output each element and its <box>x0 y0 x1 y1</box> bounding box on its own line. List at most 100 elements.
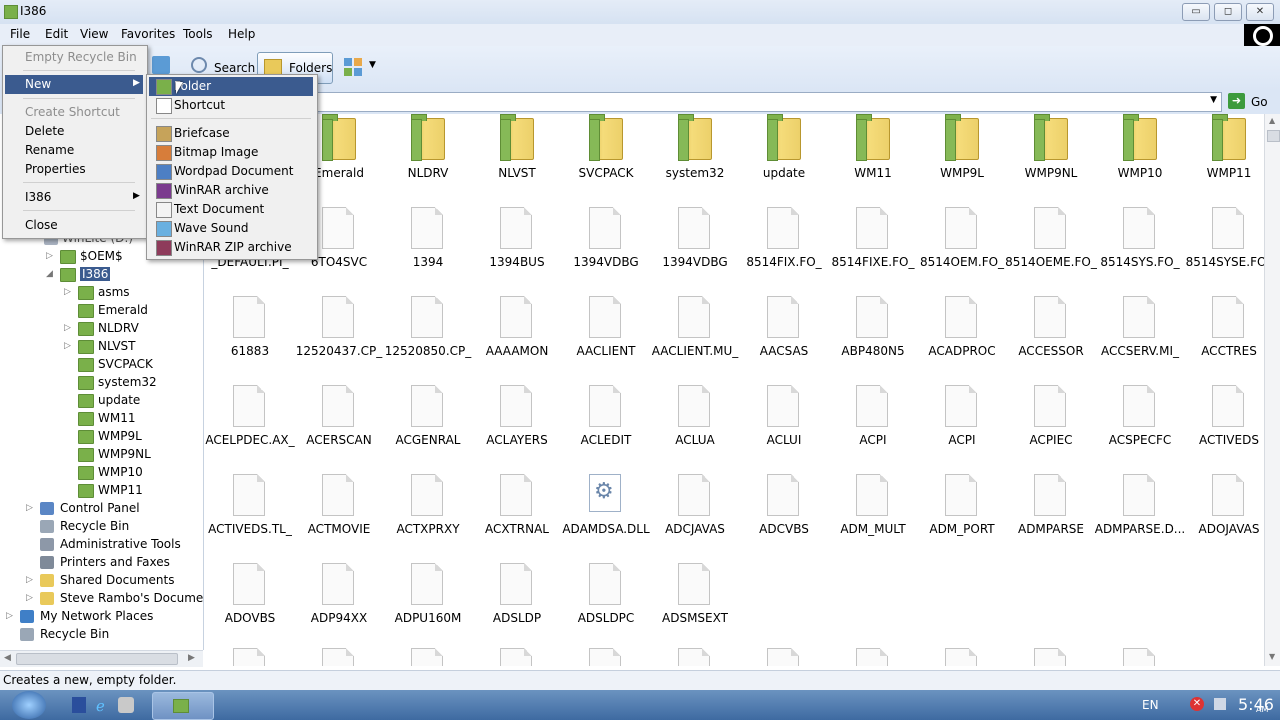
file-item[interactable]: ACTXPRXY <box>384 470 472 556</box>
maximize-button[interactable]: ◻ <box>1214 3 1242 21</box>
file-item[interactable] <box>651 644 739 666</box>
file-item[interactable]: 8514SYS.FO_ <box>1096 203 1184 289</box>
file-item[interactable]: ACCTRES <box>1185 292 1264 378</box>
menu-item-empty-recycle-bin[interactable]: Empty Recycle Bin <box>5 48 143 67</box>
file-item[interactable]: ADM_MULT <box>829 470 917 556</box>
file-item[interactable]: ADCJAVAS <box>651 470 739 556</box>
file-item[interactable]: AACLIENT <box>562 292 650 378</box>
new-menu-item[interactable]: WinRAR ZIP archive <box>149 238 313 257</box>
file-item[interactable]: ADMPARSE <box>1007 470 1095 556</box>
new-menu-item[interactable]: Briefcase <box>149 124 313 143</box>
scroll-up-icon[interactable]: ▲ <box>1269 116 1275 125</box>
scroll-right-icon[interactable]: ▶ <box>188 653 195 663</box>
file-item[interactable]: 12520437.CP_ <box>295 292 383 378</box>
new-menu-item[interactable]: Folder <box>149 77 313 96</box>
file-item[interactable]: ACPIEC <box>1007 381 1095 467</box>
tree-expander-icon[interactable]: ▷ <box>26 503 36 513</box>
address-dropdown-icon[interactable]: ▼ <box>1210 95 1217 105</box>
tree-expander-icon[interactable]: ◢ <box>46 269 56 279</box>
file-item[interactable]: ACTIVEDS <box>1185 381 1264 467</box>
file-item[interactable]: ADSMSEXT <box>651 559 739 645</box>
menu-item-delete[interactable]: Delete <box>5 122 143 141</box>
file-item[interactable]: ACERSCAN <box>295 381 383 467</box>
folder-item[interactable]: WM11 <box>829 114 917 200</box>
new-menu-item[interactable]: Bitmap Image <box>149 143 313 162</box>
folder-item[interactable]: NLDRV <box>384 114 472 200</box>
file-item[interactable]: ADSLDP <box>473 559 561 645</box>
folder-item[interactable]: WMP11 <box>1185 114 1264 200</box>
file-item[interactable]: ADSLDPC <box>562 559 650 645</box>
file-item[interactable]: ABP480N5 <box>829 292 917 378</box>
file-item[interactable]: ACTIVEDS.TL_ <box>206 470 294 556</box>
file-item[interactable]: 1394BUS <box>473 203 561 289</box>
file-item[interactable]: ACADPROC <box>918 292 1006 378</box>
new-menu-item[interactable]: Wave Sound <box>149 219 313 238</box>
file-item[interactable]: 1394VDBG <box>651 203 739 289</box>
menu-item-rename[interactable]: Rename <box>5 141 143 160</box>
file-item[interactable]: ACLUA <box>651 381 739 467</box>
address-input[interactable]: ▼ <box>300 92 1222 112</box>
file-item[interactable]: ADOJAVAS <box>1185 470 1264 556</box>
file-item[interactable] <box>473 644 561 666</box>
file-item[interactable] <box>206 644 294 666</box>
new-menu-item[interactable]: Wordpad Document <box>149 162 313 181</box>
file-item[interactable]: 8514OEME.FO_ <box>1005 203 1097 289</box>
scroll-down-icon[interactable]: ▼ <box>1269 652 1275 661</box>
file-list[interactable]: Emerald NLDRV NLVST SVCPACK system32 update WM… <box>204 114 1264 666</box>
start-button[interactable] <box>12 691 46 719</box>
file-item[interactable]: ACCESSOR <box>1007 292 1095 378</box>
file-item[interactable] <box>1096 644 1184 666</box>
file-item[interactable]: ADOVBS <box>206 559 294 645</box>
go-button[interactable]: ➜ Go <box>1228 93 1276 111</box>
file-item[interactable]: ACSPECFC <box>1096 381 1184 467</box>
file-item[interactable]: ADAMDSA.DLL <box>562 470 650 556</box>
folder-item[interactable]: WMP9L <box>918 114 1006 200</box>
file-item[interactable]: ACLEDIT <box>562 381 650 467</box>
up-folder-icon[interactable] <box>152 56 170 74</box>
file-item[interactable]: ACTMOVIE <box>295 470 383 556</box>
file-item[interactable]: 1394 <box>384 203 472 289</box>
file-item[interactable]: 8514OEM.FO_ <box>918 203 1006 289</box>
folder-item[interactable]: WMP9NL <box>1007 114 1095 200</box>
app-icon[interactable] <box>118 697 134 713</box>
ie-icon[interactable]: ℯ <box>96 697 112 715</box>
file-item[interactable] <box>295 644 383 666</box>
file-item[interactable]: ACXTRNAL <box>473 470 561 556</box>
new-menu-item[interactable]: WinRAR archive <box>149 181 313 200</box>
menu-item-close[interactable]: Close <box>5 216 143 235</box>
scroll-left-icon[interactable]: ◀ <box>4 653 11 663</box>
file-item[interactable]: 1394VDBG <box>562 203 650 289</box>
file-item[interactable]: AAAAMON <box>473 292 561 378</box>
minimize-button[interactable]: ▭ <box>1182 3 1210 21</box>
menu-item-new[interactable]: New ▶ <box>5 75 143 94</box>
tree-horizontal-scrollbar[interactable]: ◀ ▶ <box>0 650 203 667</box>
file-item[interactable]: ACGENRAL <box>384 381 472 467</box>
file-item[interactable]: ADP94XX <box>295 559 383 645</box>
menu-favorites[interactable]: Favorites <box>121 27 175 41</box>
tree-expander-icon[interactable]: ▷ <box>64 323 74 333</box>
quicklaunch-icon[interactable] <box>72 697 86 713</box>
menu-edit[interactable]: Edit <box>45 27 68 41</box>
file-item[interactable]: ADPU160M <box>384 559 472 645</box>
file-item[interactable]: AACLIENT.MU_ <box>651 292 739 378</box>
file-item[interactable]: 61883 <box>206 292 294 378</box>
file-item[interactable]: AACSAS <box>740 292 828 378</box>
file-item[interactable]: ACCSERV.MI_ <box>1096 292 1184 378</box>
file-item[interactable]: ADM_PORT <box>918 470 1006 556</box>
file-item[interactable] <box>918 644 1006 666</box>
tree-expander-icon[interactable]: ▷ <box>26 593 36 603</box>
menu-item-create-shortcut[interactable]: Create Shortcut <box>5 103 143 122</box>
menu-file[interactable]: File <box>10 27 30 41</box>
tree-expander-icon[interactable]: ▷ <box>64 341 74 351</box>
file-item[interactable]: ACLUI <box>740 381 828 467</box>
file-item[interactable]: ADMPARSE.D... <box>1095 470 1185 556</box>
scroll-thumb[interactable] <box>1267 130 1280 142</box>
explorer-taskbar-button[interactable] <box>152 692 214 720</box>
scroll-thumb[interactable] <box>16 653 178 665</box>
folder-item[interactable]: system32 <box>651 114 739 200</box>
new-menu-item[interactable]: Shortcut <box>149 96 313 115</box>
new-menu-item[interactable]: Text Document <box>149 200 313 219</box>
file-item[interactable]: 8514SYSE.FO_ <box>1185 203 1264 289</box>
folder-item[interactable]: NLVST <box>473 114 561 200</box>
menu-tools[interactable]: Tools <box>183 27 213 41</box>
